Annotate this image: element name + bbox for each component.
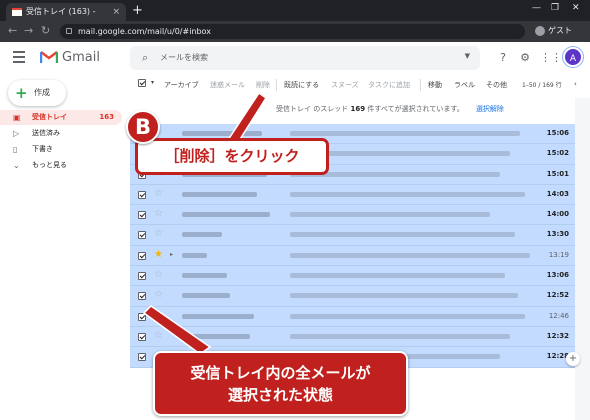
step-callout: ［削除］をクリック <box>135 138 329 175</box>
note-callout: 受信トレイ内の全メールが 選択された状態 <box>153 351 408 416</box>
note-line-2: 選択された状態 <box>227 386 333 404</box>
step-badge: B <box>126 110 160 144</box>
note-line-1: 受信トレイ内の全メールが <box>190 364 371 382</box>
